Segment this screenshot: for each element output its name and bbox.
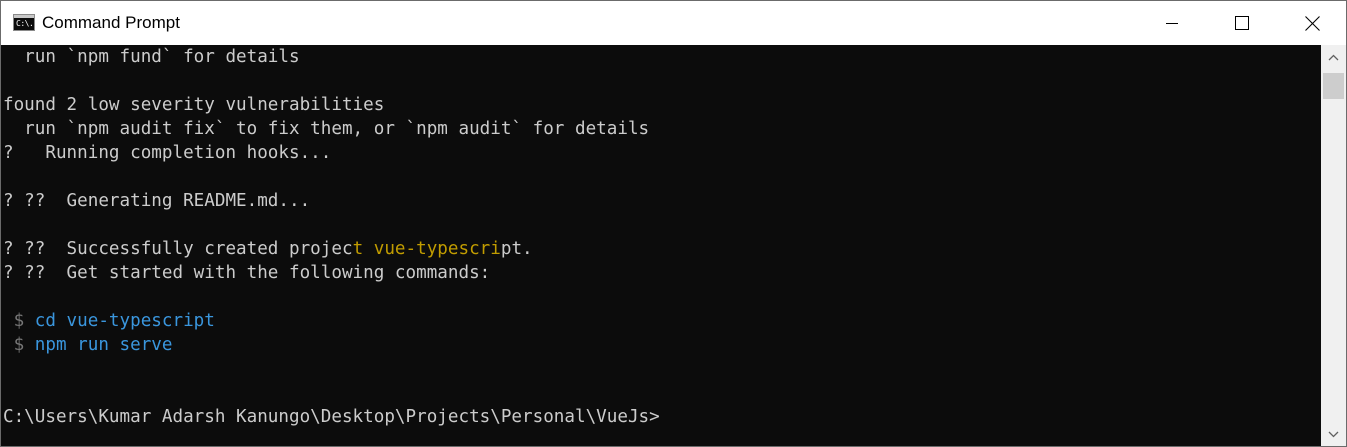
console-line: ? ?? Generating README.md... xyxy=(3,189,310,213)
app-icon-text: C:\. xyxy=(16,19,34,28)
console-line: ? ?? Successfully created project vue-ty… xyxy=(3,237,533,261)
console-line: C:\Users\Kumar Adarsh Kanungo\Desktop\Pr… xyxy=(3,405,660,429)
maximize-icon xyxy=(1235,16,1249,30)
chevron-down-icon xyxy=(1328,431,1339,437)
console-text-segment: run `npm fund` for details xyxy=(3,47,300,67)
console-line: found 2 low severity vulnerabilities xyxy=(3,93,384,117)
minimize-icon xyxy=(1166,23,1178,24)
window-title: Command Prompt xyxy=(42,13,180,32)
console-text-segment: found 2 low severity vulnerabilities xyxy=(3,95,385,115)
console-line: $ npm run serve xyxy=(3,333,173,357)
console-text-segment: ? Running completion hooks... xyxy=(3,143,332,163)
vertical-scrollbar[interactable] xyxy=(1321,45,1346,446)
console-text-segment: run `npm audit fix` to fix them, or `npm… xyxy=(3,119,650,139)
console-line: run `npm fund` for details xyxy=(3,45,300,69)
console-line: ? ?? Get started with the following comm… xyxy=(3,261,490,285)
app-icon-bar xyxy=(14,15,34,18)
console-text-segment: npm run serve xyxy=(34,335,173,355)
console-text-segment: t vue-typescri xyxy=(352,239,501,259)
close-icon xyxy=(1304,15,1320,31)
console-text-segment: $ xyxy=(3,335,35,355)
title-bar[interactable]: C:\. Command Prompt xyxy=(1,1,1346,45)
console-line: run `npm audit fix` to fix them, or `npm… xyxy=(3,117,649,141)
console-text-segment: ? ?? Successfully created projec xyxy=(3,239,353,259)
command-prompt-app-icon[interactable]: C:\. xyxy=(13,14,35,31)
console-text-segment: cd vue-typescript xyxy=(34,311,215,331)
scrollbar-thumb[interactable] xyxy=(1323,73,1344,99)
scroll-up-button[interactable] xyxy=(1321,45,1346,69)
console-line: $ cd vue-typescript xyxy=(3,309,215,333)
console-text-segment: $ xyxy=(3,311,35,331)
command-prompt-window: C:\. Command Prompt run `npm fund` for d… xyxy=(0,0,1347,447)
console-text-segment: pt. xyxy=(500,239,533,259)
maximize-button[interactable] xyxy=(1207,1,1277,45)
console-text-segment: ? ?? Generating README.md... xyxy=(3,191,311,211)
console-text-segment: ? ?? Get started with the following comm… xyxy=(3,263,491,283)
scroll-down-button[interactable] xyxy=(1321,422,1346,446)
console-line: ? Running completion hooks... xyxy=(3,141,331,165)
console-text-segment: C:\Users\Kumar Adarsh Kanungo\Desktop\Pr… xyxy=(3,407,660,427)
close-button[interactable] xyxy=(1277,1,1347,45)
minimize-button[interactable] xyxy=(1137,1,1207,45)
chevron-up-icon xyxy=(1328,54,1339,60)
console-output[interactable]: run `npm fund` for details found 2 low se… xyxy=(1,45,1321,446)
